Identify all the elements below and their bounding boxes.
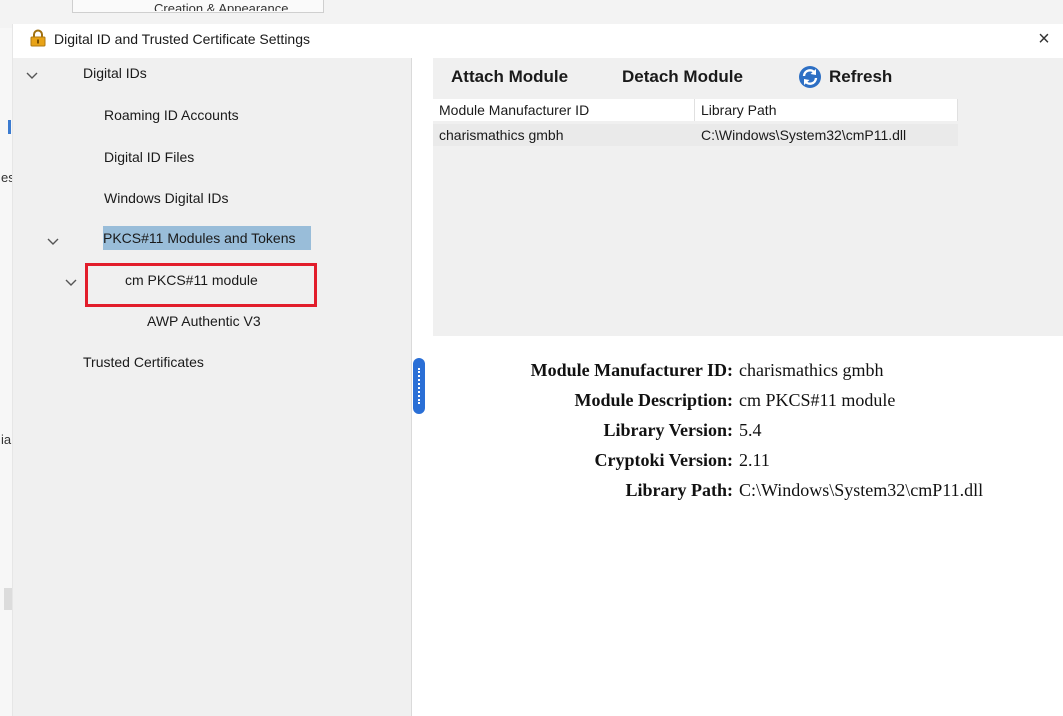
settings-dialog: Digital ID and Trusted Certificate Setti… [12,24,1063,716]
background-accent-line [8,120,11,134]
lock-icon [30,29,46,47]
detach-module-button[interactable]: Detach Module [622,67,743,87]
module-table: Module Manufacturer ID Library Path char… [433,96,1063,376]
background-text-fragment: ia [1,432,12,447]
detail-value: 2.11 [739,450,770,470]
detail-value: C:\Windows\System32\cmP11.dll [739,480,984,500]
column-header-manufacturer[interactable]: Module Manufacturer ID [433,99,695,121]
detail-value: charismathics gmbh [739,360,884,380]
grip-icon [418,368,422,404]
annotation-highlight-box [85,263,317,307]
attach-module-button[interactable]: Attach Module [451,67,568,87]
detail-value: 5.4 [739,420,762,440]
detail-label: Cryptoki Version: [594,450,733,470]
detail-label: Library Path: [625,480,734,500]
background-tab-label: Creation & Appearance [154,2,289,11]
dialog-title: Digital ID and Trusted Certificate Setti… [54,31,311,47]
vertical-splitter-handle[interactable] [413,358,425,414]
background-block [4,588,12,610]
detail-value: cm PKCS#11 module [739,390,896,410]
detail-label: Module Description: [574,390,733,410]
tree-item-pkcs11-modules[interactable]: PKCS#11 Modules and Tokens [103,226,311,250]
background-left-edge: es ia [0,28,15,716]
title-bar: Digital ID and Trusted Certificate Setti… [13,24,1063,58]
tree-item-digital-ids[interactable]: Digital IDs [83,65,147,81]
tree-item-trusted-certificates[interactable]: Trusted Certificates [83,354,204,370]
refresh-button[interactable]: Refresh [829,67,892,87]
chevron-down-icon[interactable] [47,235,59,247]
detail-label: Module Manufacturer ID: [530,360,733,380]
column-header-library-path[interactable]: Library Path [695,99,958,121]
tree-item-awp-authentic-v3[interactable]: AWP Authentic V3 [147,313,261,329]
tree-item-windows-digital-ids[interactable]: Windows Digital IDs [104,190,228,206]
chevron-down-icon[interactable] [65,276,77,288]
refresh-icon[interactable] [797,64,823,90]
module-toolbar: Attach Module Detach Module Refresh [433,58,1063,96]
tree-item-digital-id-files[interactable]: Digital ID Files [104,149,194,165]
close-button[interactable]: × [1024,24,1063,54]
table-cell-manufacturer[interactable]: charismathics gmbh [433,124,695,146]
module-pane: Attach Module Detach Module Refresh Modu… [433,58,1063,716]
detail-label: Library Version: [603,420,733,440]
tree-item-roaming-id-accounts[interactable]: Roaming ID Accounts [104,107,239,123]
module-details: Module Manufacturer ID: charismathics gm… [433,338,1063,716]
settings-tree: Digital IDs Roaming ID Accounts Digital … [13,58,412,716]
chevron-down-icon[interactable] [26,69,38,81]
table-cell-library-path[interactable]: C:\Windows\System32\cmP11.dll [695,124,958,146]
